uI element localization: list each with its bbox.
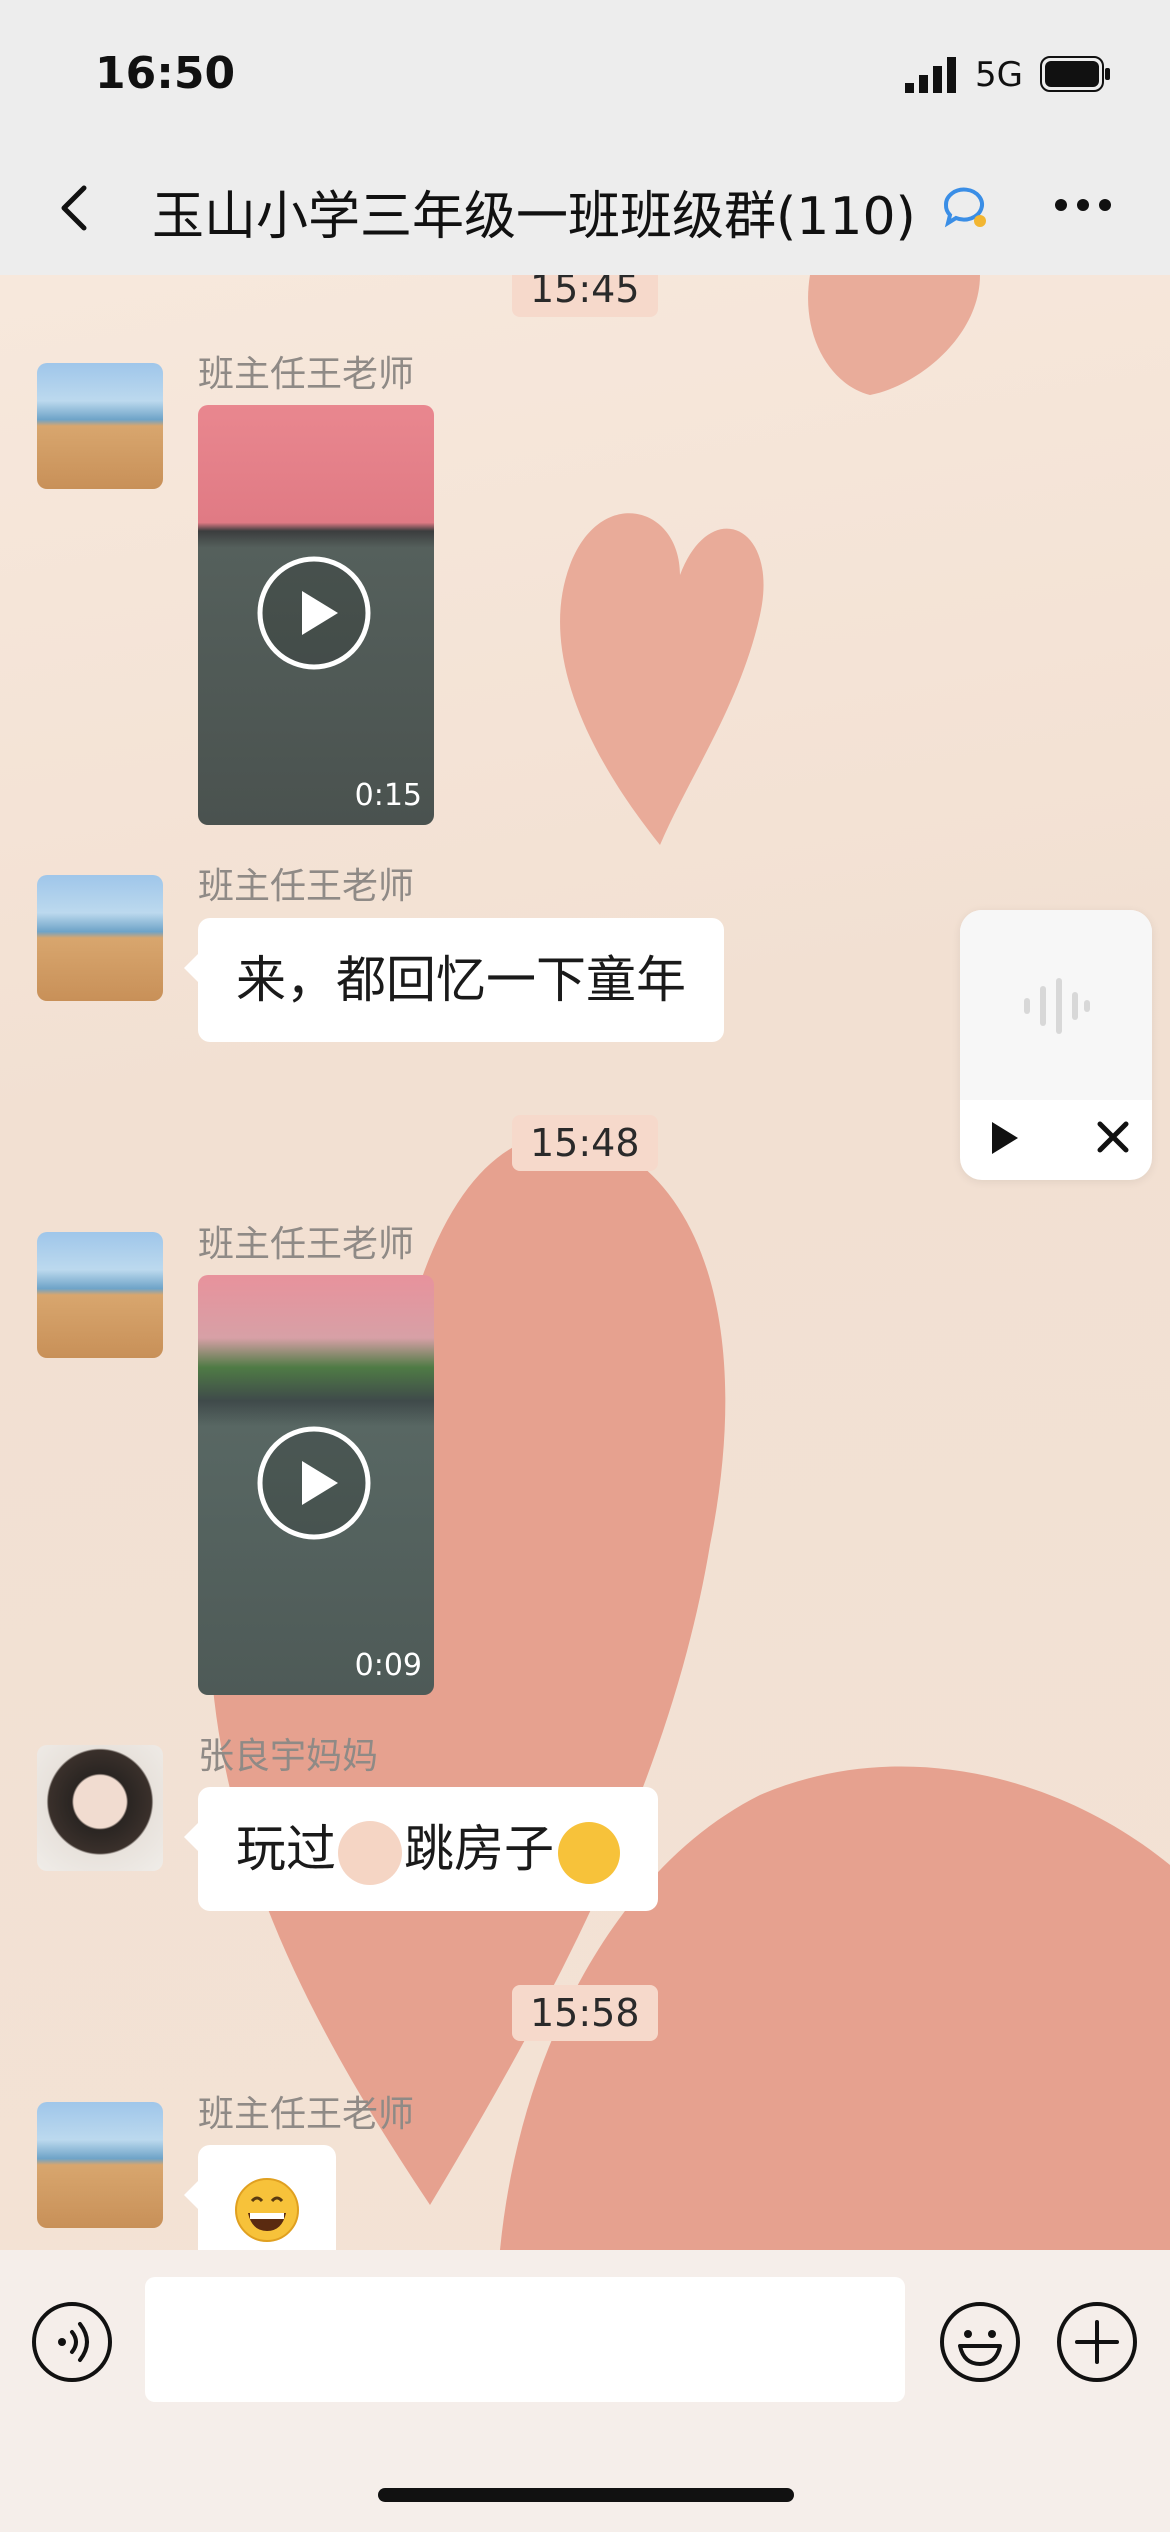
sender-name: 班主任王老师 xyxy=(198,354,415,395)
avatar[interactable] xyxy=(37,2102,163,2228)
raising-hand-emoji xyxy=(338,1820,402,1885)
chat-area[interactable]: 15:45 班主任王老师 0:15 班主任王老师 来，都回忆一下童年 15:48… xyxy=(0,275,1170,2250)
avatar[interactable] xyxy=(37,1745,163,1871)
play-icon[interactable] xyxy=(256,555,372,671)
video-message[interactable]: 0:09 xyxy=(198,1275,434,1695)
grinning-face-emoji xyxy=(235,2178,299,2242)
back-icon[interactable] xyxy=(48,178,108,238)
timestamp: 15:45 xyxy=(512,275,658,317)
floating-voice-player[interactable] xyxy=(960,910,1152,1180)
avatar[interactable] xyxy=(37,363,163,489)
message-text: 跳房子 xyxy=(404,1820,554,1878)
emoji-icon[interactable] xyxy=(938,2300,1022,2384)
sender-name: 班主任王老师 xyxy=(198,2094,415,2135)
close-icon[interactable] xyxy=(1096,1120,1130,1154)
text-message[interactable]: 玩过 跳房子 xyxy=(184,1787,658,1911)
wallpaper-heart xyxy=(560,513,764,845)
waveform-icon xyxy=(1024,978,1090,1034)
status-time: 16:50 xyxy=(95,48,236,99)
timestamp: 15:48 xyxy=(512,1115,658,1171)
avatar[interactable] xyxy=(37,1232,163,1358)
sender-name: 班主任王老师 xyxy=(198,1224,415,1265)
voice-icon[interactable] xyxy=(30,2300,114,2384)
chat-bubble-icon xyxy=(943,187,986,228)
chat-title: 玉山小学三年级一班班级群(110) xyxy=(152,187,916,247)
thinking-face-emoji xyxy=(558,1821,620,1884)
timestamp: 15:58 xyxy=(512,1985,658,2041)
sender-name: 班主任王老师 xyxy=(198,866,415,907)
network-type: 5G xyxy=(975,55,1023,95)
battery-icon xyxy=(1040,56,1110,92)
message-input[interactable] xyxy=(145,2277,905,2402)
avatar[interactable] xyxy=(37,875,163,1001)
home-indicator[interactable] xyxy=(378,2488,794,2502)
video-message[interactable]: 0:15 xyxy=(198,405,434,825)
wallpaper-heart xyxy=(808,275,980,395)
video-duration: 0:15 xyxy=(354,778,422,813)
plus-icon[interactable] xyxy=(1055,2300,1139,2384)
more-icon[interactable] xyxy=(1052,190,1114,220)
signal-icon xyxy=(905,57,956,93)
play-icon[interactable] xyxy=(984,1118,1024,1158)
play-icon[interactable] xyxy=(256,1425,372,1541)
text-message[interactable]: 来，都回忆一下童年 xyxy=(184,918,724,1042)
sender-name: 张良宇妈妈 xyxy=(198,1736,379,1777)
video-duration: 0:09 xyxy=(354,1648,422,1683)
message-text: 玩过 xyxy=(236,1820,336,1878)
emoji-message[interactable] xyxy=(184,2145,336,2250)
